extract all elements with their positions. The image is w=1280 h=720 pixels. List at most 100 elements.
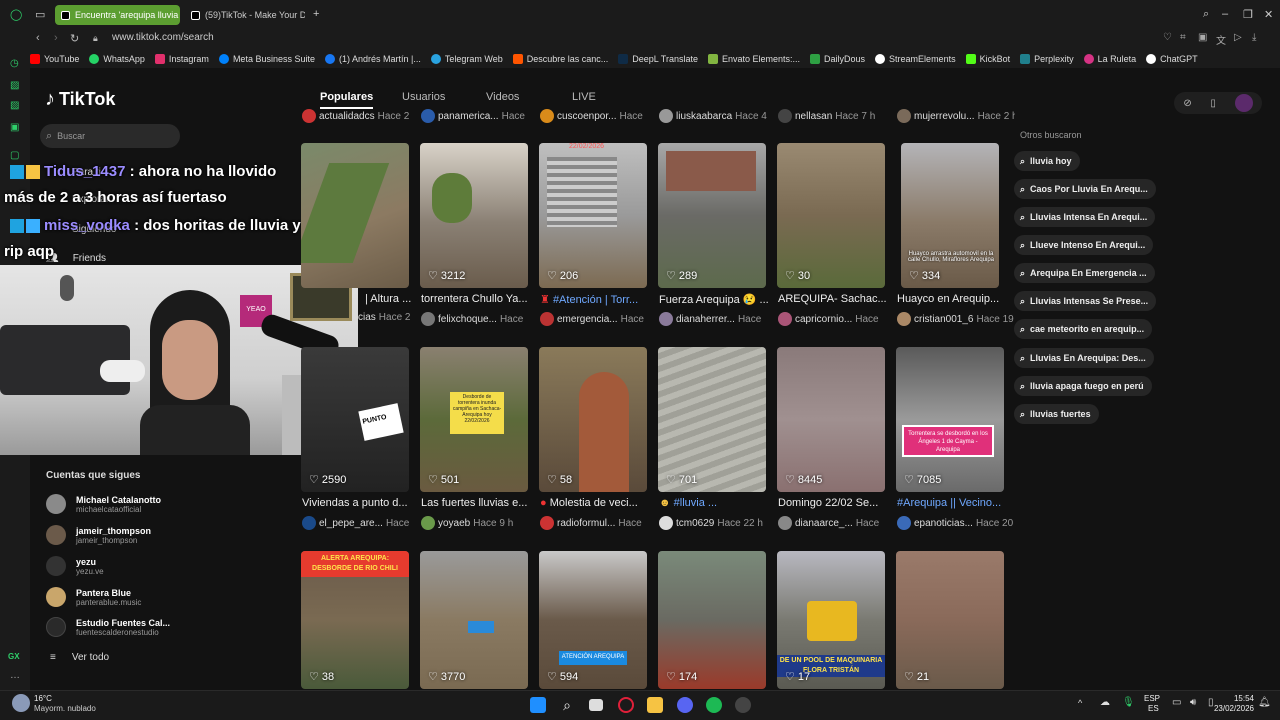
related-search-item[interactable]: ⌕ Lluvias Intensa En Arequi... [1014,207,1156,227]
video-meta[interactable]: dianaarce_... Hace [778,516,896,530]
tab-tiktok-search[interactable]: Encuentra 'arequipa lluvia [55,5,180,25]
screenshot-icon[interactable]: ⌗ [1180,32,1186,43]
bookmark-envato[interactable]: Envato Elements:... [707,54,800,64]
clock-date[interactable]: 23/02/2026 [1210,704,1254,713]
following-item[interactable]: Pantera Blue panterablue.music [46,587,141,607]
video-card[interactable]: ATENCIÓN AREQUIPA ♡ 594 [539,551,647,689]
video-meta[interactable]: liuskaabarca Hace 4 [659,109,777,123]
video-title[interactable]: #Arequipa || Vecino... [897,497,1011,509]
task-view-icon[interactable] [589,699,603,711]
bookmark-ruleta[interactable]: La Ruleta [1083,54,1136,64]
twitch-icon[interactable]: ▢ [10,150,19,161]
video-meta[interactable]: epanoticias...Hace 20 h [897,516,1015,530]
translate-icon[interactable]: 文 [1216,32,1226,47]
video-meta[interactable]: nellasan Hace 7 h [778,109,896,123]
video-card[interactable]: ♡ 3212 [420,143,528,288]
download-icon[interactable]: ⤓ [1252,32,1256,43]
related-search-item[interactable]: ⌕ Lluvias Intensas Se Prese... [1014,291,1157,311]
related-search-item[interactable]: ⌕ lluvias fuertes [1014,404,1099,424]
flows-icon[interactable]: ▨ [10,80,19,91]
video-meta[interactable]: radioformul... Hace [540,516,658,530]
video-title[interactable]: Huayco en Arequip... [897,293,1011,305]
following-item[interactable]: Michael Catalanotto michaelcataofficial [46,494,161,514]
spotify-icon[interactable] [706,697,722,713]
search-tabs-icon[interactable]: ⌕ [1203,8,1209,21]
minimize-icon[interactable]: – [1222,8,1228,20]
following-item[interactable]: jameir_thompson jameir_thompson [46,525,151,545]
phone-icon[interactable]: ▯ [1210,98,1216,109]
maximize-icon[interactable]: ❐ [1243,8,1253,21]
following-item[interactable]: yezu yezu.ve [46,556,104,576]
related-search-item[interactable]: ⌕ lluvia apaga fuego en perú [1014,376,1152,396]
tab-live[interactable]: LIVE [572,91,596,103]
windows-start-icon[interactable] [530,697,546,713]
bookmark-dailydous[interactable]: DailyDous [810,54,865,64]
history-icon[interactable]: ◷ [10,58,19,69]
video-meta[interactable]: dianaherrer... Hace [659,312,777,326]
bookmark-star-icon[interactable]: ♡ [1163,32,1172,43]
video-card[interactable]: 22/02/2026 ♡ 206 [539,143,647,288]
bookmark-whatsapp[interactable]: WhatsApp [89,54,145,64]
video-title[interactable]: ☻ #lluvia ... [659,497,773,509]
bookmark-streamelements[interactable]: StreamElements [875,54,956,64]
tiktok-logo[interactable]: ♪ TikTok [45,88,115,111]
bookmark-chatgpt[interactable]: ChatGPT [1146,54,1198,64]
network-icon[interactable]: ▭ [1172,697,1181,708]
video-card[interactable]: ♡ 174 [658,551,766,689]
video-card[interactable]: ♡ 701 [658,347,766,492]
obs-icon[interactable] [735,697,751,713]
search-input[interactable]: ⌕ Buscar [40,124,180,148]
profile-avatar[interactable] [1234,94,1253,112]
weather-desc[interactable]: Mayorm. nublado [34,704,96,713]
tab-tiktok-home[interactable]: (59)TikTok - Make Your Da [185,5,305,25]
video-card[interactable]: Desborde de torrentera inunda campiña en… [420,347,528,492]
video-title[interactable]: ● Molestia de veci... [540,497,654,509]
video-card[interactable]: Torrentera se desbordó en los Ángeles 1 … [896,347,1004,492]
video-meta[interactable]: panamerica... Hace [421,109,539,123]
bookmark-meta[interactable]: Meta Business Suite [218,54,315,64]
video-card[interactable]: DE UN POOL DE MAQUINARIA FLORA TRISTÁN ♡… [777,551,885,689]
video-meta[interactable]: mujerrevolu... Hace 2 h [897,109,1015,123]
related-search-item[interactable]: ⌕ Arequipa En Emergencia ... [1014,263,1155,283]
new-tab-icon[interactable]: + [313,8,319,20]
video-card[interactable]: ♡ 289 [658,143,766,288]
more-icon[interactable]: … [10,670,20,681]
video-meta[interactable]: emergencia... Hace [540,312,658,326]
video-meta[interactable]: yoyaeb Hace 9 h [421,516,539,530]
tab-videos[interactable]: Videos [486,91,519,103]
play-icon[interactable]: ▷ [1234,32,1242,43]
following-item[interactable]: Estudio Fuentes Cal... fuentescalderonest… [46,617,170,637]
bookmark-soundcloud[interactable]: Descubre las canc... [512,54,608,64]
microphone-icon[interactable]: 🎙︎ [1122,697,1135,708]
bookmark-kickbot[interactable]: KickBot [965,54,1010,64]
video-card[interactable]: ALERTA AREQUIPA: DESBORDE DE RIO CHILI ♡… [301,551,409,689]
weather-temp[interactable]: 16°C [34,694,52,703]
video-title[interactable]: AREQUIPA- Sachac... [778,293,892,305]
forward-icon[interactable]: › [54,32,58,44]
bookmark-instagram[interactable]: Instagram [154,54,209,64]
notification-bell-icon[interactable]: 🔔︎ [1258,697,1271,708]
video-card[interactable]: ♡ 58 [539,347,647,492]
related-search-item[interactable]: ⌕ Lluvias En Arequipa: Des... [1014,348,1154,368]
related-search-item[interactable]: ⌕ Llueve Intenso En Arequi... [1014,235,1154,255]
video-meta[interactable]: cias Hace 2 [358,312,418,323]
messenger-icon[interactable]: ▣ [10,122,19,133]
video-card[interactable]: ♡ 8445 [777,347,885,492]
video-card[interactable]: ♡ 30 [777,143,885,288]
wallet-icon[interactable]: ▣ [1198,32,1207,43]
video-title[interactable]: torrentera Chullo Ya... [421,293,535,305]
tray-chevron-icon[interactable]: ^ [1078,698,1082,708]
reload-icon[interactable]: ↻ [70,32,79,45]
language-indicator[interactable]: ESP [1144,694,1160,703]
opera-gx-taskbar-icon[interactable] [618,697,634,713]
video-meta[interactable]: capricornio... Hace [778,312,896,326]
nav-friends[interactable]: 👥︎ Friends [46,253,106,264]
see-all-button[interactable]: ≡ Ver todo [50,652,109,663]
tab-usuarios[interactable]: Usuarios [402,91,445,103]
video-card[interactable]: Huayco arrastra automovil en la calle Ch… [901,143,999,288]
gx-control-icon[interactable]: ▨ [10,100,19,111]
video-card[interactable]: PUNTO ♡ 2590 [301,347,409,492]
discord-icon[interactable] [677,697,693,713]
related-search-item[interactable]: ⌕ Caos Por Lluvia En Arequ... [1014,179,1156,199]
back-icon[interactable]: ‹ [36,32,40,44]
